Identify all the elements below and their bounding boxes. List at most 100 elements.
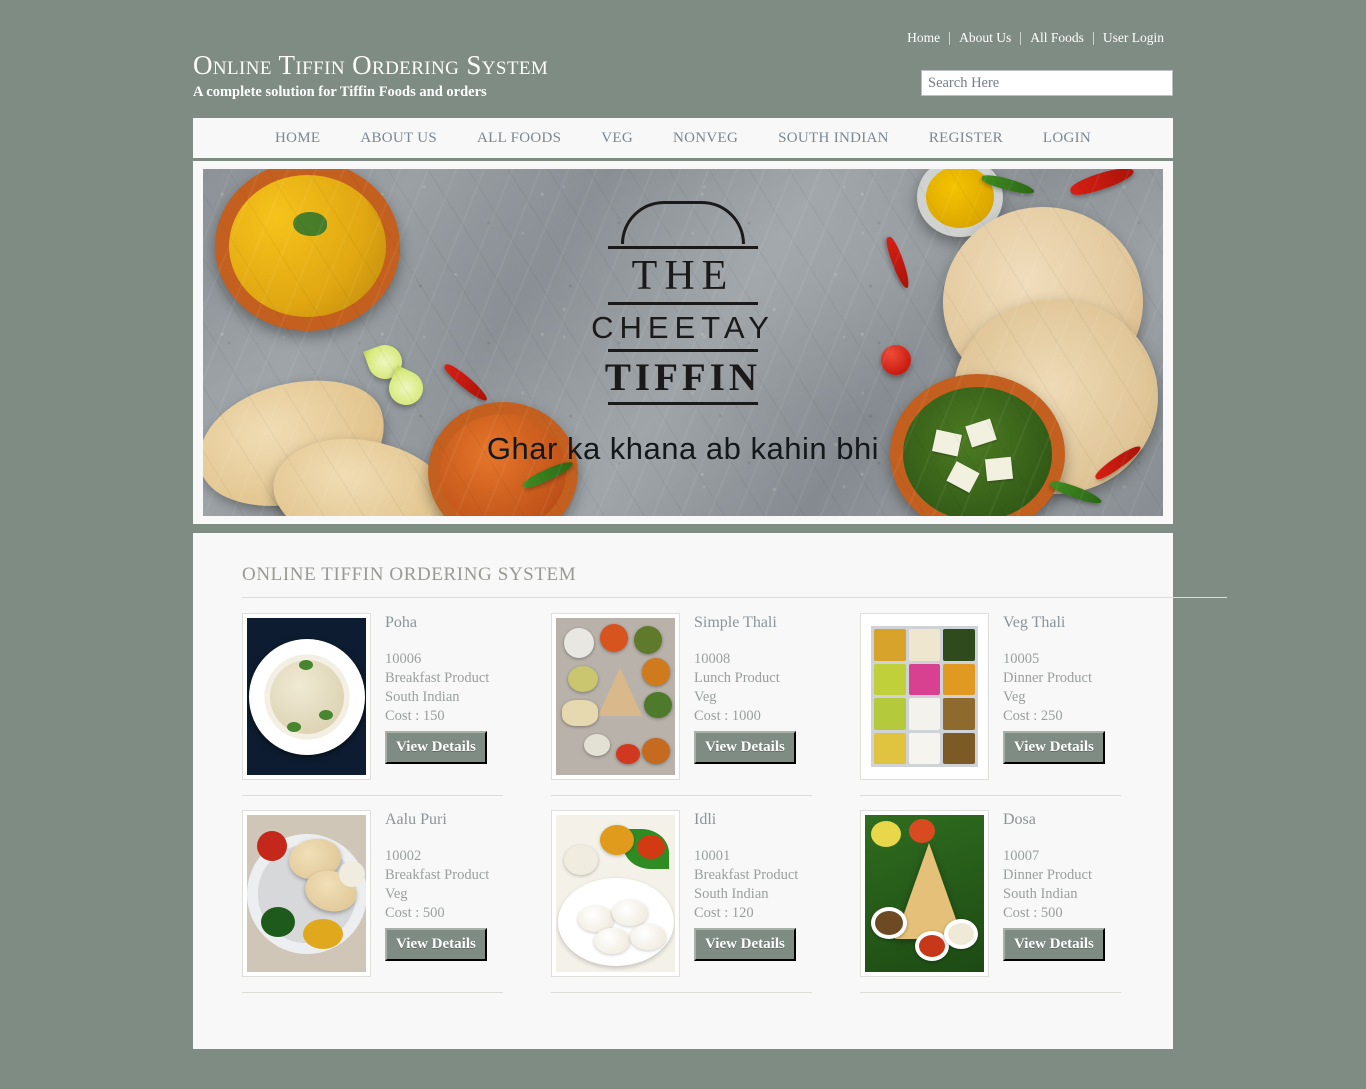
- top-nav-item-all-foods[interactable]: All Foods: [1021, 30, 1093, 46]
- product-info: Poha 10006 Breakfast Product South India…: [385, 613, 503, 780]
- site-title: Online Tiffin Ordering System: [193, 50, 549, 80]
- product-meal: Breakfast Product: [385, 867, 490, 883]
- cherry-tomato-decor: [881, 345, 911, 375]
- product-row: Poha 10006 Breakfast Product South India…: [242, 613, 1122, 796]
- product-thumbnail[interactable]: [242, 613, 371, 780]
- product-card: Veg Thali 10005 Dinner Product Veg Cost …: [860, 613, 1121, 796]
- nav-item-all-foods[interactable]: ALL FOODS: [457, 130, 581, 147]
- view-details-button[interactable]: View Details: [385, 928, 487, 961]
- product-thumbnail[interactable]: [551, 810, 680, 977]
- top-nav-item-home[interactable]: Home: [898, 30, 949, 46]
- brand: Online Tiffin Ordering System A complete…: [193, 50, 548, 101]
- product-cost: Cost : 500: [385, 905, 445, 921]
- product-category: Veg: [1003, 689, 1026, 705]
- hero-banner-image: THE CHEETAY TIFFIN Ghar ka khana ab kahi…: [203, 169, 1163, 516]
- view-details-button[interactable]: View Details: [1003, 731, 1105, 764]
- product-code: 10002: [385, 848, 422, 864]
- search-box[interactable]: [921, 70, 1173, 96]
- product-cost: Cost : 500: [1003, 905, 1063, 921]
- product-grid: Poha 10006 Breakfast Product South India…: [242, 613, 1122, 993]
- product-info: Idli 10001 Breakfast Product South India…: [694, 810, 812, 977]
- nav-item-nonveg[interactable]: NONVEG: [653, 130, 758, 147]
- logo-divider: [608, 401, 758, 405]
- green-chili-decor: [980, 172, 1036, 197]
- nav-item-login[interactable]: LOGIN: [1023, 130, 1111, 147]
- lime-wedge-decor: [363, 340, 407, 384]
- nav-separator: [1092, 31, 1094, 45]
- rice-bowl-decor: [215, 169, 400, 331]
- top-nav-item-about-us[interactable]: About Us: [950, 30, 1020, 46]
- banner-tagline: Ghar ka khana ab kahin bhi: [486, 430, 880, 466]
- nav-separator: [1020, 31, 1022, 45]
- turmeric-bowl-decor: [917, 169, 1003, 237]
- red-chili-decor: [1068, 169, 1136, 199]
- banner-logo: THE CHEETAY TIFFIN Ghar ka khana ab kahi…: [486, 200, 880, 467]
- content-panel: ONLINE TIFFIN ORDERING SYSTEM Poha 10006…: [193, 533, 1227, 1049]
- view-details-button[interactable]: View Details: [694, 731, 796, 764]
- product-name: Aalu Puri: [385, 811, 447, 828]
- product-thumbnail[interactable]: [242, 810, 371, 977]
- product-category: Veg: [385, 886, 408, 902]
- poha-image: [247, 618, 366, 775]
- product-code: 10001: [694, 848, 731, 864]
- nav-separator: [949, 31, 951, 45]
- product-info: Veg Thali 10005 Dinner Product Veg Cost …: [1003, 613, 1121, 780]
- veg-thali-image: [865, 618, 984, 775]
- lime-wedge-decor: [383, 365, 429, 411]
- page-title: ONLINE TIFFIN ORDERING SYSTEM: [242, 564, 577, 585]
- red-chili-decor: [1092, 442, 1144, 483]
- product-thumbnail[interactable]: [860, 613, 989, 780]
- dosa-image: [865, 815, 984, 972]
- nav-item-south-indian[interactable]: SOUTH INDIAN: [758, 130, 909, 147]
- site-tagline: A complete solution for Tiffin Foods and…: [193, 84, 487, 100]
- top-utility-nav: Home About Us All Foods User Login: [898, 30, 1173, 46]
- aalu-puri-image: [247, 815, 366, 972]
- product-category: South Indian: [385, 689, 460, 705]
- view-details-button[interactable]: View Details: [1003, 928, 1105, 961]
- banner-logo-line3: TIFFIN: [604, 355, 762, 399]
- idli-image: [556, 815, 675, 972]
- product-cost: Cost : 1000: [694, 708, 761, 724]
- product-category: South Indian: [1003, 886, 1078, 902]
- main-nav: HOME ABOUT US ALL FOODS VEG NONVEG SOUTH…: [193, 118, 1173, 161]
- naan-bread-decor: [203, 360, 400, 516]
- product-card: Aalu Puri 10002 Breakfast Product Veg Co…: [242, 810, 503, 993]
- search-input[interactable]: [921, 70, 1173, 96]
- product-meal: Breakfast Product: [385, 670, 490, 686]
- product-cost: Cost : 120: [694, 905, 754, 921]
- product-card: Idli 10001 Breakfast Product South India…: [551, 810, 812, 993]
- view-details-button[interactable]: View Details: [694, 928, 796, 961]
- nav-item-register[interactable]: REGISTER: [909, 130, 1023, 147]
- red-chili-decor: [883, 235, 913, 290]
- product-row: Aalu Puri 10002 Breakfast Product Veg Co…: [242, 810, 1122, 993]
- chapati-decor: [953, 299, 1158, 494]
- product-meal: Breakfast Product: [694, 867, 799, 883]
- top-nav-item-user-login[interactable]: User Login: [1094, 30, 1173, 46]
- product-code: 10006: [385, 651, 422, 667]
- product-code: 10005: [1003, 651, 1040, 667]
- product-info: Dosa 10007 Dinner Product South Indian C…: [1003, 810, 1121, 977]
- palak-paneer-bowl-decor: [890, 374, 1065, 516]
- product-thumbnail[interactable]: [860, 810, 989, 977]
- product-name: Idli: [694, 811, 717, 828]
- green-chili-decor: [1048, 478, 1104, 507]
- banner-logo-line1: THE: [631, 252, 735, 299]
- product-thumbnail[interactable]: [551, 613, 680, 780]
- banner-logo-line2: CHEETAY: [591, 309, 775, 345]
- product-cost: Cost : 150: [385, 708, 445, 724]
- product-name: Poha: [385, 614, 417, 631]
- product-cost: Cost : 250: [1003, 708, 1063, 724]
- chapati-decor: [943, 207, 1143, 397]
- nav-item-about-us[interactable]: ABOUT US: [340, 130, 457, 147]
- product-name: Veg Thali: [1003, 614, 1066, 631]
- naan-bread-decor: [266, 428, 455, 516]
- red-chili-decor: [441, 360, 491, 405]
- nav-item-home[interactable]: HOME: [255, 130, 340, 147]
- view-details-button[interactable]: View Details: [385, 731, 487, 764]
- product-code: 10008: [694, 651, 731, 667]
- product-info: Aalu Puri 10002 Breakfast Product Veg Co…: [385, 810, 503, 977]
- product-name: Simple Thali: [694, 614, 777, 631]
- nav-item-veg[interactable]: VEG: [581, 130, 653, 147]
- page-root: Home About Us All Foods User Login Onlin…: [0, 0, 1366, 1089]
- product-meal: Lunch Product: [694, 670, 780, 686]
